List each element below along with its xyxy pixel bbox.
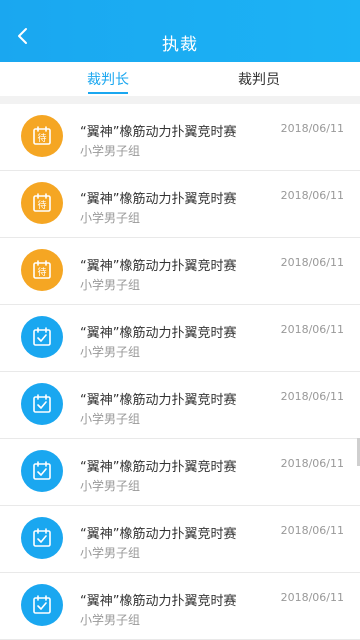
checked-icon bbox=[21, 383, 63, 425]
competition-group: 小学男子组 bbox=[80, 412, 141, 426]
competition-title: “翼神”橡筋动力扑翼竞时赛 bbox=[80, 527, 237, 542]
svg-text:待: 待 bbox=[37, 132, 46, 144]
section-divider bbox=[0, 96, 360, 104]
checked-icon bbox=[21, 584, 63, 626]
competition-date: 2018/06/11 bbox=[280, 457, 344, 470]
competition-date: 2018/06/11 bbox=[280, 524, 344, 537]
competition-title: “翼神”橡筋动力扑翼竞时赛 bbox=[80, 594, 237, 609]
page-title: 执裁 bbox=[162, 35, 198, 55]
list-item[interactable]: 待 “翼神”橡筋动力扑翼竞时赛 小学男子组 2018/06/11 bbox=[0, 104, 360, 171]
competition-group: 小学男子组 bbox=[80, 144, 141, 158]
competition-title: “翼神”橡筋动力扑翼竞时赛 bbox=[80, 326, 237, 341]
competition-date: 2018/06/11 bbox=[280, 323, 344, 336]
list-item[interactable]: 待 “翼神”橡筋动力扑翼竞时赛 小学男子组 2018/06/11 bbox=[0, 238, 360, 305]
pending-icon: 待 bbox=[21, 182, 63, 224]
competition-title: “翼神”橡筋动力扑翼竞时赛 bbox=[80, 259, 237, 274]
competition-group: 小学男子组 bbox=[80, 613, 141, 627]
competition-date: 2018/06/11 bbox=[280, 591, 344, 604]
competition-group: 小学男子组 bbox=[80, 211, 141, 225]
competition-group: 小学男子组 bbox=[80, 479, 141, 493]
list-item[interactable]: “翼神”橡筋动力扑翼竞时赛 小学男子组 2018/06/11 bbox=[0, 506, 360, 573]
pending-icon: 待 bbox=[21, 249, 63, 291]
competition-group: 小学男子组 bbox=[80, 546, 141, 560]
app-header: 执裁 bbox=[0, 0, 360, 62]
list-item[interactable]: “翼神”橡筋动力扑翼竞时赛 小学男子组 2018/06/11 bbox=[0, 573, 360, 640]
competition-title: “翼神”橡筋动力扑翼竞时赛 bbox=[80, 460, 237, 475]
tab-bar: 裁判长 裁判员 bbox=[0, 62, 360, 96]
pending-icon: 待 bbox=[21, 115, 63, 157]
competition-title: “翼神”橡筋动力扑翼竞时赛 bbox=[80, 393, 237, 408]
competition-title: “翼神”橡筋动力扑翼竞时赛 bbox=[80, 125, 237, 140]
checked-icon bbox=[21, 316, 63, 358]
competition-date: 2018/06/11 bbox=[280, 122, 344, 135]
competition-date: 2018/06/11 bbox=[280, 390, 344, 403]
checked-icon bbox=[21, 450, 63, 492]
competition-title: “翼神”橡筋动力扑翼竞时赛 bbox=[80, 192, 237, 207]
competition-list: 待 “翼神”橡筋动力扑翼竞时赛 小学男子组 2018/06/11 待 “翼神”橡筋动力扑翼… bbox=[0, 104, 360, 640]
competition-group: 小学男子组 bbox=[80, 278, 141, 292]
list-item[interactable]: “翼神”橡筋动力扑翼竞时赛 小学男子组 2018/06/11 bbox=[0, 439, 360, 506]
tab-chief-referee[interactable]: 裁判长 bbox=[87, 69, 129, 89]
svg-text:待: 待 bbox=[37, 266, 46, 278]
svg-text:待: 待 bbox=[37, 199, 46, 211]
competition-date: 2018/06/11 bbox=[280, 256, 344, 269]
list-item[interactable]: 待 “翼神”橡筋动力扑翼竞时赛 小学男子组 2018/06/11 bbox=[0, 171, 360, 238]
tab-referee[interactable]: 裁判员 bbox=[238, 69, 280, 89]
competition-date: 2018/06/11 bbox=[280, 189, 344, 202]
list-item[interactable]: “翼神”橡筋动力扑翼竞时赛 小学男子组 2018/06/11 bbox=[0, 305, 360, 372]
competition-group: 小学男子组 bbox=[80, 345, 141, 359]
active-tab-indicator bbox=[88, 92, 128, 94]
list-item[interactable]: “翼神”橡筋动力扑翼竞时赛 小学男子组 2018/06/11 bbox=[0, 372, 360, 439]
checked-icon bbox=[21, 517, 63, 559]
